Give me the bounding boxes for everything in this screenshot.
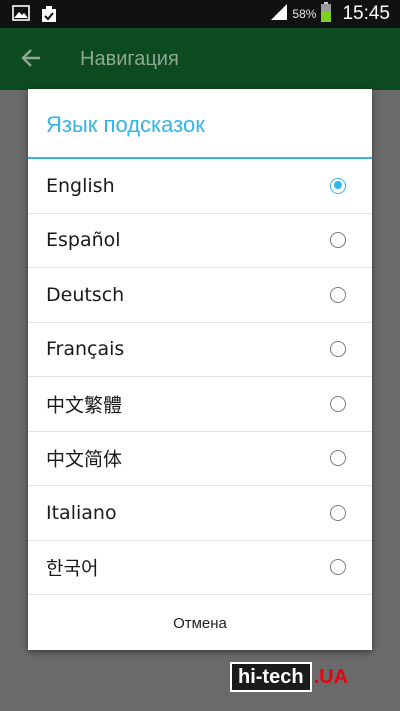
language-option[interactable]: Deutsch	[28, 268, 372, 323]
battery-icon	[320, 1, 332, 27]
language-option[interactable]: Español	[28, 214, 372, 268]
radio-button[interactable]	[330, 450, 346, 467]
app-bar: Навигация	[0, 28, 400, 90]
status-bar: 58% 15:45	[0, 0, 400, 28]
watermark-brand: hi-tech	[230, 662, 312, 692]
language-option-label: Deutsch	[46, 283, 125, 306]
language-dialog: Язык подсказок English Español Deutsch F…	[28, 89, 372, 650]
language-option-label: 中文简体	[46, 448, 123, 471]
radio-button[interactable]	[330, 395, 346, 412]
radio-button[interactable]	[330, 559, 346, 576]
image-icon	[12, 5, 30, 28]
battery-percent: 58%	[292, 7, 317, 21]
clipboard-check-icon	[40, 5, 58, 28]
language-option[interactable]: 中文简体	[28, 432, 372, 486]
language-option[interactable]: English	[28, 159, 372, 214]
language-option[interactable]: 中文繁體	[28, 377, 372, 432]
cancel-button[interactable]: Отмена	[28, 598, 372, 650]
language-option-label: 中文繁體	[46, 394, 123, 417]
language-option-label: 한국어	[46, 557, 99, 580]
language-option[interactable]: Italiano	[28, 486, 372, 541]
radio-button[interactable]	[330, 341, 346, 358]
signal-icon	[270, 3, 288, 25]
language-option-label: Italiano	[46, 501, 117, 524]
arrow-back-icon[interactable]	[20, 47, 42, 74]
dialog-title: Язык подсказок	[28, 89, 372, 159]
language-options-list: English Español Deutsch Français 中文繁體 中文…	[28, 159, 372, 595]
radio-button[interactable]	[330, 504, 346, 521]
clock: 15:45	[342, 3, 390, 24]
language-option-label: English	[46, 174, 115, 197]
radio-button[interactable]	[330, 232, 346, 249]
radio-button[interactable]	[330, 286, 346, 303]
radio-button-selected[interactable]	[330, 177, 346, 194]
language-option[interactable]: Français	[28, 323, 372, 377]
language-option[interactable]: 한국어	[28, 541, 372, 595]
watermark-logo: hi-tech .UA	[230, 662, 349, 692]
language-option-label: Français	[46, 338, 125, 361]
watermark-suffix: .UA	[313, 665, 349, 688]
app-bar-title: Навигация	[80, 48, 179, 70]
language-option-label: Español	[46, 229, 121, 252]
